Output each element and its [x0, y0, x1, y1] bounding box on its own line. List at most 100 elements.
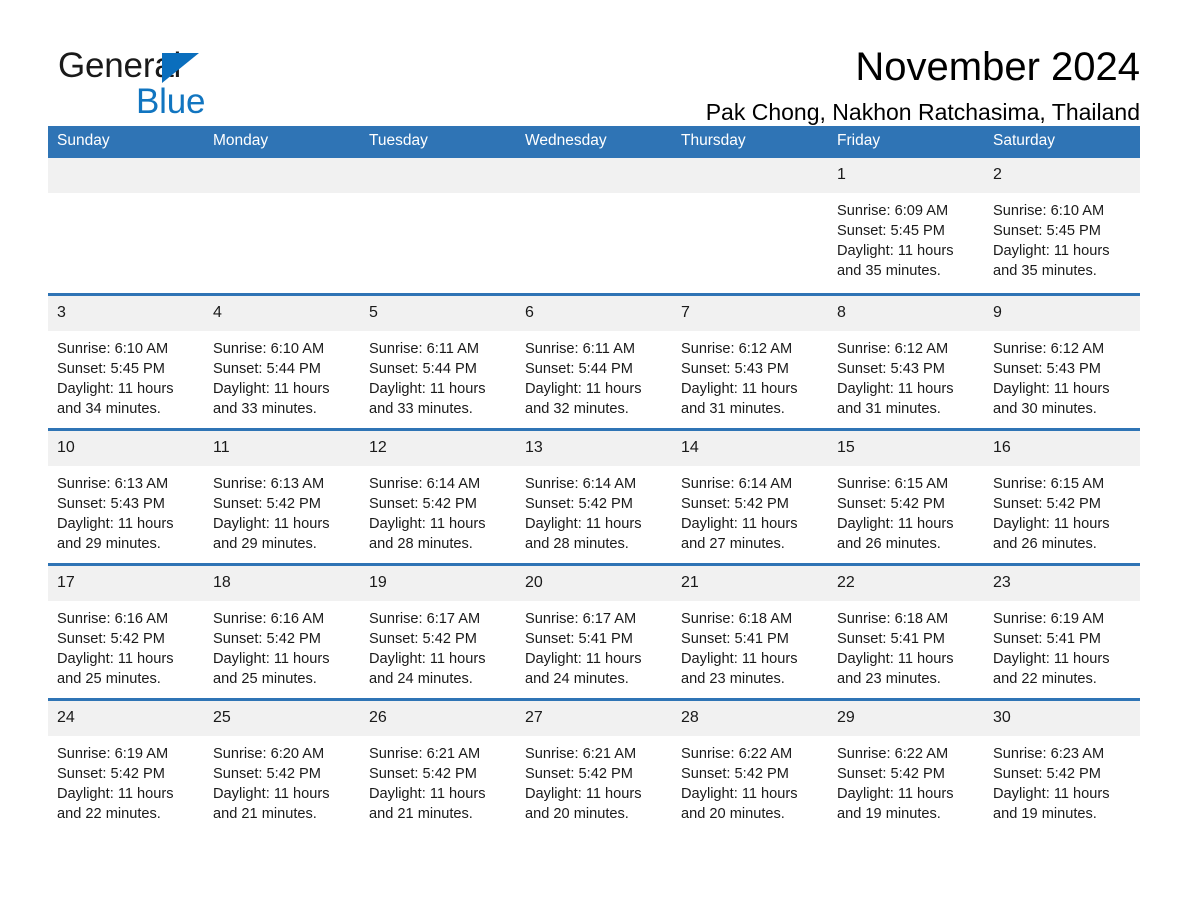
sunrise-text: Sunrise: 6:15 AM: [993, 475, 1105, 492]
day-number: 1: [828, 157, 984, 193]
daylight-text: Daylight: 11 hours and 26 minutes.: [837, 516, 954, 553]
calendar-day-cell[interactable]: 20 Sunrise: 6:17 AM Sunset: 5:41 PM Dayligh…: [516, 562, 672, 698]
day-cell-inner: 19 Sunrise: 6:17 AM Sunset: 5:42 PM Dayligh…: [360, 562, 516, 698]
calendar-day-cell[interactable]: 29 Sunrise: 6:22 AM Sunset: 5:42 PM Dayligh…: [828, 697, 984, 833]
day-number: [360, 157, 516, 193]
calendar-day-cell[interactable]: 22 Sunrise: 6:18 AM Sunset: 5:41 PM Dayligh…: [828, 562, 984, 698]
calendar-day-cell[interactable]: 3 Sunrise: 6:10 AM Sunset: 5:45 PM Daylight…: [48, 292, 204, 428]
day-details: Sunrise: 6:14 AM Sunset: 5:42 PM Daylight:…: [360, 466, 516, 555]
day-cell-inner: 10 Sunrise: 6:13 AM Sunset: 5:43 PM Dayligh…: [48, 427, 204, 563]
sunset-text: Sunset: 5:42 PM: [681, 765, 789, 782]
day-cell-inner: 25 Sunrise: 6:20 AM Sunset: 5:42 PM Dayligh…: [204, 697, 360, 833]
calendar-day-cell[interactable]: 23 Sunrise: 6:19 AM Sunset: 5:41 PM Dayligh…: [984, 562, 1140, 698]
day-cell-inner: 29 Sunrise: 6:22 AM Sunset: 5:42 PM Dayligh…: [828, 697, 984, 833]
calendar-day-cell[interactable]: 16 Sunrise: 6:15 AM Sunset: 5:42 PM Dayligh…: [984, 427, 1140, 563]
daylight-text: Daylight: 11 hours and 21 minutes.: [369, 786, 486, 823]
day-cell-inner: 7 Sunrise: 6:12 AM Sunset: 5:43 PM Daylight…: [672, 292, 828, 428]
calendar-day-cell[interactable]: 21 Sunrise: 6:18 AM Sunset: 5:41 PM Dayligh…: [672, 562, 828, 698]
calendar-day-cell-empty: [204, 157, 360, 293]
calendar-day-cell[interactable]: 8 Sunrise: 6:12 AM Sunset: 5:43 PM Daylight…: [828, 292, 984, 428]
day-number: 20: [516, 565, 672, 601]
day-number: 16: [984, 430, 1140, 466]
daylight-text: Daylight: 11 hours and 33 minutes.: [369, 381, 486, 418]
day-details: Sunrise: 6:11 AM Sunset: 5:44 PM Daylight:…: [360, 331, 516, 420]
daylight-text: Daylight: 11 hours and 19 minutes.: [993, 786, 1110, 823]
day-number: 29: [828, 700, 984, 736]
day-number: [672, 157, 828, 193]
day-details: [672, 193, 828, 201]
calendar-day-cell[interactable]: 11 Sunrise: 6:13 AM Sunset: 5:42 PM Dayligh…: [204, 427, 360, 563]
day-number: 21: [672, 565, 828, 601]
calendar-day-cell[interactable]: 4 Sunrise: 6:10 AM Sunset: 5:44 PM Daylight…: [204, 292, 360, 428]
weekday-header-saturday: Saturday: [984, 126, 1140, 158]
day-details: Sunrise: 6:10 AM Sunset: 5:44 PM Daylight:…: [204, 331, 360, 420]
daylight-text: Daylight: 11 hours and 29 minutes.: [57, 516, 174, 553]
sunrise-text: Sunrise: 6:11 AM: [369, 340, 480, 357]
weekday-header-tuesday: Tuesday: [360, 126, 516, 158]
day-details: Sunrise: 6:09 AM Sunset: 5:45 PM Daylight:…: [828, 193, 984, 282]
calendar-day-cell[interactable]: 28 Sunrise: 6:22 AM Sunset: 5:42 PM Dayligh…: [672, 697, 828, 833]
day-number: 25: [204, 700, 360, 736]
calendar-day-cell-empty: [360, 157, 516, 293]
day-details: Sunrise: 6:22 AM Sunset: 5:42 PM Daylight:…: [828, 736, 984, 825]
sunset-text: Sunset: 5:41 PM: [837, 630, 945, 647]
calendar-day-cell[interactable]: 10 Sunrise: 6:13 AM Sunset: 5:43 PM Dayligh…: [48, 427, 204, 563]
day-cell-inner: 22 Sunrise: 6:18 AM Sunset: 5:41 PM Dayligh…: [828, 562, 984, 698]
calendar-day-cell[interactable]: 15 Sunrise: 6:15 AM Sunset: 5:42 PM Dayligh…: [828, 427, 984, 563]
calendar-day-cell[interactable]: 25 Sunrise: 6:20 AM Sunset: 5:42 PM Dayligh…: [204, 697, 360, 833]
calendar-day-cell[interactable]: 14 Sunrise: 6:14 AM Sunset: 5:42 PM Dayligh…: [672, 427, 828, 563]
sunset-text: Sunset: 5:45 PM: [837, 222, 945, 239]
sunset-text: Sunset: 5:42 PM: [369, 495, 477, 512]
triangle-icon: [162, 53, 199, 83]
day-cell-inner: 24 Sunrise: 6:19 AM Sunset: 5:42 PM Dayligh…: [48, 697, 204, 833]
day-cell-inner: 13 Sunrise: 6:14 AM Sunset: 5:42 PM Dayligh…: [516, 427, 672, 563]
calendar-week-row: 10 Sunrise: 6:13 AM Sunset: 5:43 PM Dayligh…: [48, 427, 1140, 563]
daylight-text: Daylight: 11 hours and 20 minutes.: [525, 786, 642, 823]
day-details: Sunrise: 6:14 AM Sunset: 5:42 PM Daylight:…: [672, 466, 828, 555]
day-cell-inner: 9 Sunrise: 6:12 AM Sunset: 5:43 PM Daylight…: [984, 292, 1140, 428]
calendar-day-cell[interactable]: 18 Sunrise: 6:16 AM Sunset: 5:42 PM Dayligh…: [204, 562, 360, 698]
daylight-text: Daylight: 11 hours and 25 minutes.: [57, 651, 174, 688]
day-details: Sunrise: 6:13 AM Sunset: 5:42 PM Daylight:…: [204, 466, 360, 555]
day-cell-inner: 5 Sunrise: 6:11 AM Sunset: 5:44 PM Daylight…: [360, 292, 516, 428]
calendar-day-cell[interactable]: 9 Sunrise: 6:12 AM Sunset: 5:43 PM Daylight…: [984, 292, 1140, 428]
day-details: Sunrise: 6:10 AM Sunset: 5:45 PM Daylight:…: [48, 331, 204, 420]
day-details: Sunrise: 6:16 AM Sunset: 5:42 PM Daylight:…: [48, 601, 204, 690]
day-number: 8: [828, 295, 984, 331]
sunrise-text: Sunrise: 6:18 AM: [837, 610, 949, 627]
day-cell-inner: 17 Sunrise: 6:16 AM Sunset: 5:42 PM Dayligh…: [48, 562, 204, 698]
calendar-day-cell[interactable]: 27 Sunrise: 6:21 AM Sunset: 5:42 PM Dayligh…: [516, 697, 672, 833]
weekday-header-thursday: Thursday: [672, 126, 828, 158]
day-number: [48, 157, 204, 193]
sunrise-text: Sunrise: 6:10 AM: [213, 340, 325, 357]
sunset-text: Sunset: 5:42 PM: [213, 630, 321, 647]
day-cell-inner: 3 Sunrise: 6:10 AM Sunset: 5:45 PM Daylight…: [48, 292, 204, 428]
calendar-day-cell[interactable]: 2 Sunrise: 6:10 AM Sunset: 5:45 PM Daylight…: [984, 157, 1140, 293]
calendar-day-cell[interactable]: 30 Sunrise: 6:23 AM Sunset: 5:42 PM Dayligh…: [984, 697, 1140, 833]
calendar-day-cell[interactable]: 19 Sunrise: 6:17 AM Sunset: 5:42 PM Dayligh…: [360, 562, 516, 698]
general-blue-logo[interactable]: General Blue: [58, 48, 258, 126]
day-cell-inner: 23 Sunrise: 6:19 AM Sunset: 5:41 PM Dayligh…: [984, 562, 1140, 698]
daylight-text: Daylight: 11 hours and 21 minutes.: [213, 786, 330, 823]
sunset-text: Sunset: 5:44 PM: [213, 360, 321, 377]
calendar-day-cell[interactable]: 17 Sunrise: 6:16 AM Sunset: 5:42 PM Dayligh…: [48, 562, 204, 698]
day-number: 7: [672, 295, 828, 331]
day-number: [204, 157, 360, 193]
weekday-header-monday: Monday: [204, 126, 360, 158]
calendar-day-cell[interactable]: 1 Sunrise: 6:09 AM Sunset: 5:45 PM Daylight…: [828, 157, 984, 293]
day-details: Sunrise: 6:18 AM Sunset: 5:41 PM Daylight:…: [828, 601, 984, 690]
day-details: Sunrise: 6:12 AM Sunset: 5:43 PM Daylight:…: [828, 331, 984, 420]
calendar-day-cell[interactable]: 6 Sunrise: 6:11 AM Sunset: 5:44 PM Daylight…: [516, 292, 672, 428]
daylight-text: Daylight: 11 hours and 28 minutes.: [525, 516, 642, 553]
day-number: 23: [984, 565, 1140, 601]
calendar-day-cell[interactable]: 12 Sunrise: 6:14 AM Sunset: 5:42 PM Dayligh…: [360, 427, 516, 563]
day-details: Sunrise: 6:12 AM Sunset: 5:43 PM Daylight:…: [672, 331, 828, 420]
calendar-day-cell[interactable]: 5 Sunrise: 6:11 AM Sunset: 5:44 PM Daylight…: [360, 292, 516, 428]
calendar-day-cell[interactable]: 26 Sunrise: 6:21 AM Sunset: 5:42 PM Dayligh…: [360, 697, 516, 833]
calendar-day-cell[interactable]: 13 Sunrise: 6:14 AM Sunset: 5:42 PM Dayligh…: [516, 427, 672, 563]
weekday-header-wednesday: Wednesday: [516, 126, 672, 158]
calendar-day-cell[interactable]: 24 Sunrise: 6:19 AM Sunset: 5:42 PM Dayligh…: [48, 697, 204, 833]
calendar-day-cell[interactable]: 7 Sunrise: 6:12 AM Sunset: 5:43 PM Daylight…: [672, 292, 828, 428]
sunrise-text: Sunrise: 6:15 AM: [837, 475, 949, 492]
day-details: Sunrise: 6:17 AM Sunset: 5:41 PM Daylight:…: [516, 601, 672, 690]
